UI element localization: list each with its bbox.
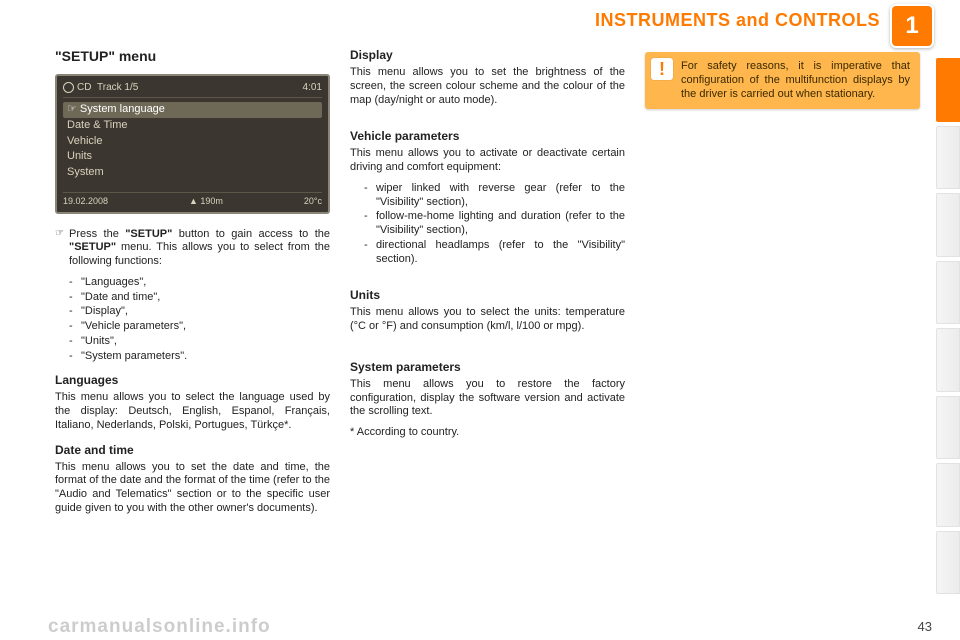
- side-tabs: [936, 58, 960, 598]
- infotainment-screenshot: CD Track 1/5 4:01 ☞ System language Date…: [55, 74, 330, 214]
- side-tab: [936, 126, 960, 190]
- page-number: 43: [918, 619, 932, 634]
- units-text: This menu allows you to select the units…: [350, 306, 625, 334]
- function-item: "Display",: [69, 305, 330, 319]
- screenshot-menu-item: Date & Time: [63, 118, 322, 134]
- warning-icon: !: [651, 58, 673, 80]
- vehicle-param-item: directional headlamps (refer to the "Vis…: [364, 239, 625, 267]
- vehicle-param-item: follow-me-home lighting and duration (re…: [364, 210, 625, 238]
- function-item: "Date and time",: [69, 291, 330, 305]
- vehicle-param-item: wiper linked with reverse gear (refer to…: [364, 182, 625, 210]
- function-item: "Languages",: [69, 276, 330, 290]
- side-tab: [936, 328, 960, 392]
- chapter-number-badge: 1: [890, 4, 934, 48]
- column-left: "SETUP" menu CD Track 1/5 4:01 ☞ System …: [55, 48, 330, 630]
- datetime-text: This menu allows you to set the date and…: [55, 461, 330, 516]
- side-tab: [936, 463, 960, 527]
- screenshot-clock: 4:01: [303, 82, 322, 95]
- function-item: "System parameters".: [69, 350, 330, 364]
- column-middle: Display This menu allows you to set the …: [350, 48, 625, 630]
- side-tab: [936, 193, 960, 257]
- column-right: ! For safety reasons, it is imperative t…: [645, 48, 920, 630]
- watermark: carmanualsonline.info: [48, 616, 271, 638]
- screenshot-source: CD Track 1/5: [63, 82, 138, 95]
- press-setup-instruction: Press the "SETUP" button to gain access …: [55, 228, 330, 364]
- screenshot-menu-item: Units: [63, 149, 322, 165]
- languages-text: This menu allows you to select the langu…: [55, 391, 330, 432]
- side-tab: [936, 58, 960, 122]
- function-item: "Units",: [69, 335, 330, 349]
- function-item: "Vehicle parameters",: [69, 320, 330, 334]
- datetime-heading: Date and time: [55, 443, 330, 458]
- side-tab: [936, 396, 960, 460]
- vehicle-params-heading: Vehicle parameters: [350, 129, 625, 144]
- system-params-heading: System parameters: [350, 360, 625, 375]
- side-tab: [936, 261, 960, 325]
- screenshot-menu-selected: ☞ System language: [63, 102, 322, 118]
- setup-menu-heading: "SETUP" menu: [55, 48, 330, 66]
- languages-heading: Languages: [55, 373, 330, 388]
- side-tab: [936, 531, 960, 595]
- screenshot-date: 19.02.2008: [63, 196, 108, 207]
- safety-warning-text: For safety reasons, it is imperative tha…: [681, 60, 910, 100]
- section-title: INSTRUMENTS and CONTROLS: [0, 10, 880, 31]
- safety-warning-box: ! For safety reasons, it is imperative t…: [645, 52, 920, 109]
- units-heading: Units: [350, 288, 625, 303]
- screenshot-temp: 20°c: [304, 196, 322, 207]
- display-heading: Display: [350, 48, 625, 63]
- screenshot-altitude: ▲ 190m: [189, 196, 223, 207]
- system-params-text: This menu allows you to restore the fact…: [350, 378, 625, 419]
- vehicle-params-text: This menu allows you to activate or deac…: [350, 147, 625, 175]
- display-text: This menu allows you to set the brightne…: [350, 66, 625, 107]
- screenshot-menu-item: System: [63, 165, 322, 181]
- footnote: * According to country.: [350, 426, 625, 440]
- screenshot-menu-item: Vehicle: [63, 134, 322, 150]
